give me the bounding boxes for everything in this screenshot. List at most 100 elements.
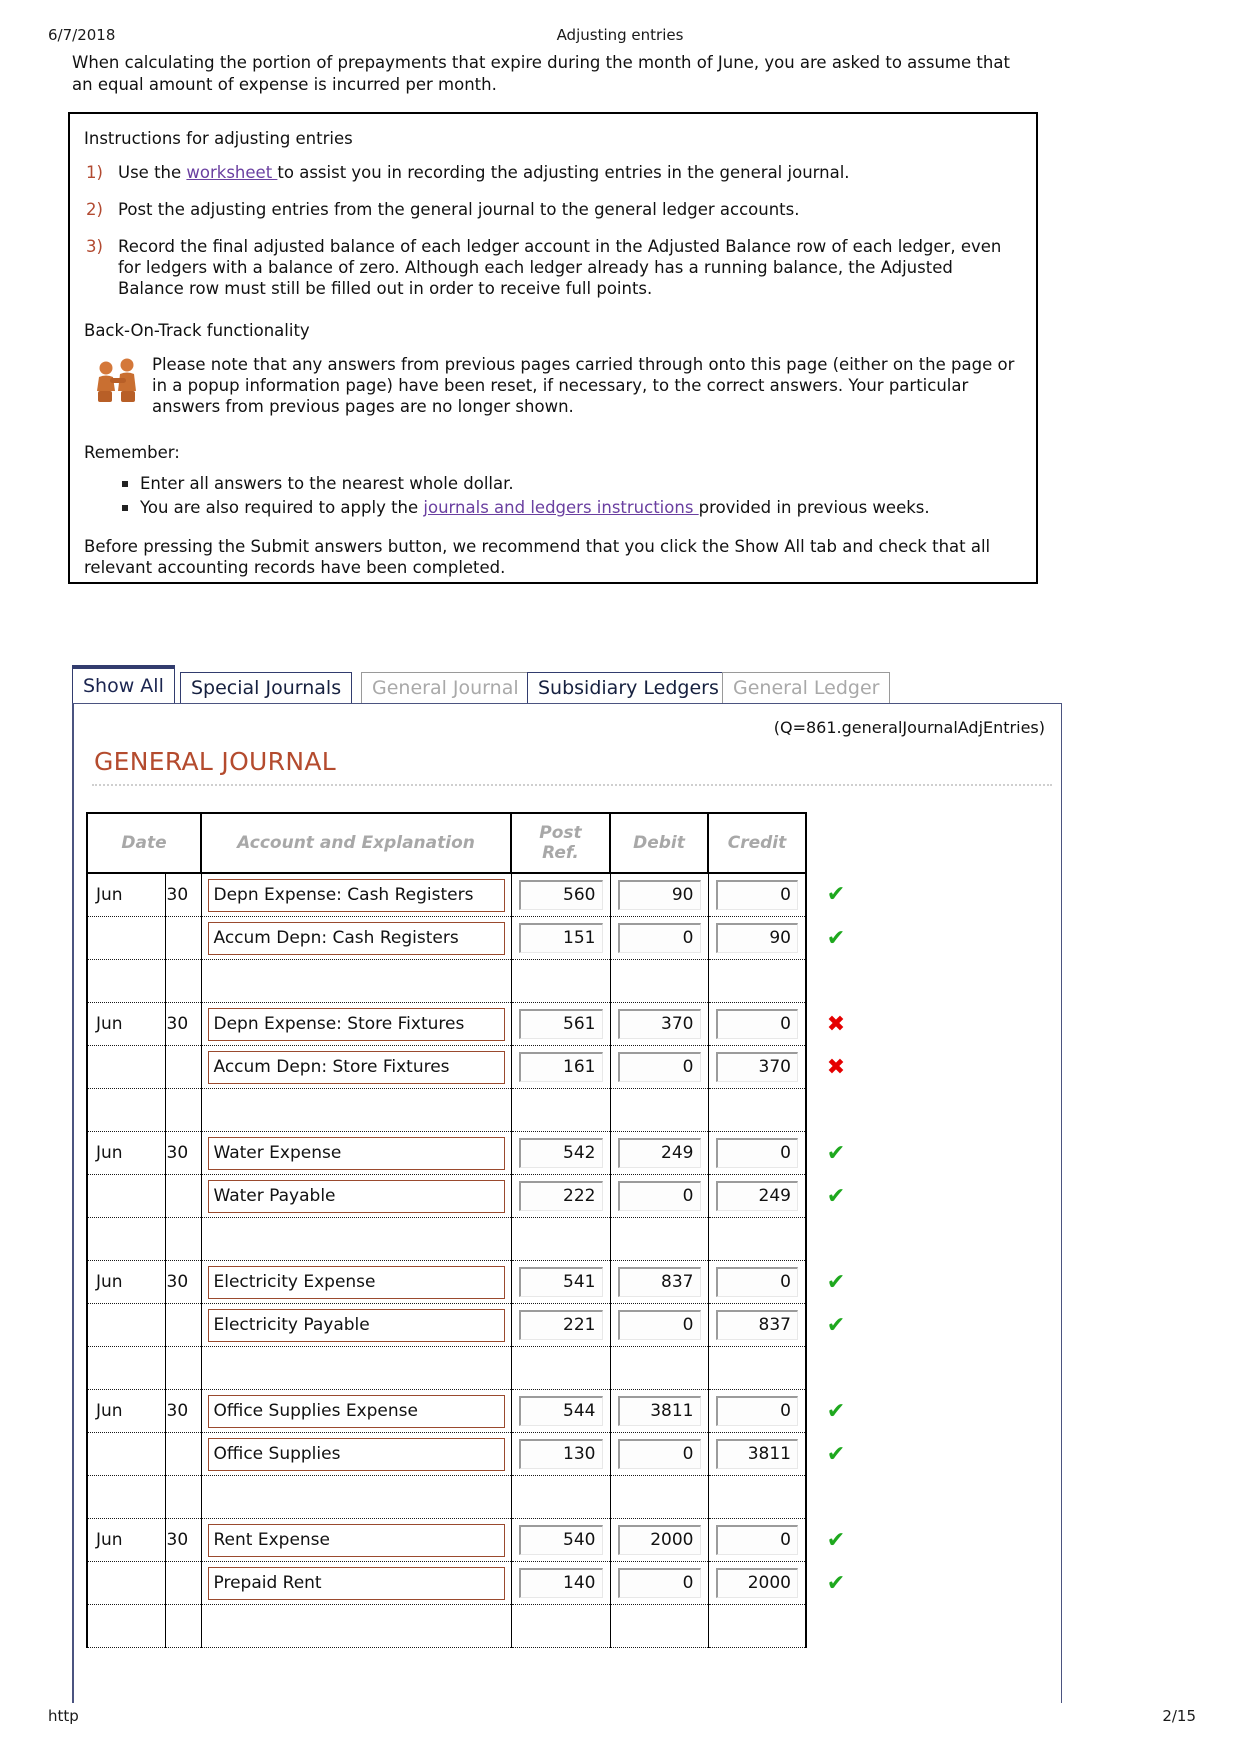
debit-input[interactable]: 3811 [617,1396,701,1426]
table-body: Jun 30 Depn Expense: Cash Registers 560 … [86,873,866,1648]
credit-input[interactable]: 90 [715,923,798,953]
post-ref-input[interactable]: 541 [518,1267,603,1297]
intro-paragraph: When calculating the portion of prepayme… [72,53,1010,94]
credit-input[interactable]: 249 [715,1181,798,1211]
debit-cell-empty[interactable] [609,1217,709,1261]
debit-cell-empty[interactable] [609,959,709,1003]
account-cell-empty[interactable] [200,1088,512,1132]
credit-cell-empty[interactable] [707,959,807,1003]
row-day [164,1088,202,1132]
credit-input[interactable]: 0 [715,1525,798,1555]
journals-and-ledgers-instructions-link[interactable]: journals and ledgers instructions [423,498,698,517]
general-journal-panel: (Q=861.generalJournalAdjEntries) GENERAL… [72,703,1062,1703]
account-input[interactable]: Rent Expense [207,1523,505,1557]
account-input[interactable]: Prepaid Rent [207,1566,505,1600]
post-ref-cell-empty[interactable] [510,1604,611,1648]
post-ref-cell-empty[interactable] [510,1475,611,1519]
post-ref-input[interactable]: 542 [518,1138,603,1168]
debit-input[interactable]: 0 [617,1052,701,1082]
row-day: 30 [166,1530,189,1550]
post-ref-input[interactable]: 151 [518,923,603,953]
credit-input[interactable]: 0 [715,1138,798,1168]
account-cell-empty[interactable] [200,1475,512,1519]
print-header: 6/7/2018 Adjusting entries [0,26,1240,48]
post-ref-input[interactable]: 130 [518,1439,603,1469]
account-input[interactable]: Depn Expense: Store Fixtures [207,1007,505,1041]
credit-input[interactable]: 0 [715,1009,798,1039]
credit-input[interactable]: 2000 [715,1568,798,1598]
credit-cell-empty[interactable] [707,1217,807,1261]
row-month [86,959,166,1003]
debit-cell-empty[interactable] [609,1475,709,1519]
debit-input[interactable]: 90 [617,880,701,910]
account-cell-empty[interactable] [200,1346,512,1390]
credit-input[interactable]: 837 [715,1310,798,1340]
post-ref-input[interactable]: 161 [518,1052,603,1082]
post-ref-cell-empty[interactable] [510,959,611,1003]
status-mark-empty [806,1347,866,1390]
credit-cell-empty[interactable] [707,1088,807,1132]
row-month [86,1346,166,1390]
account-input[interactable]: Accum Depn: Store Fixtures [207,1050,505,1084]
instruction-text-pre: Post the adjusting entries from the gene… [118,200,800,219]
credit-input[interactable]: 0 [715,1267,798,1297]
account-input[interactable]: Electricity Expense [207,1265,505,1299]
account-input[interactable]: Electricity Payable [207,1308,505,1342]
post-ref-input[interactable]: 544 [518,1396,603,1426]
account-input[interactable]: Depn Expense: Cash Registers [207,878,505,912]
row-day [164,959,202,1003]
account-input[interactable]: Accum Depn: Cash Registers [207,921,505,955]
account-input[interactable]: Office Supplies Expense [207,1394,505,1428]
debit-input[interactable]: 370 [617,1009,701,1039]
credit-cell-empty[interactable] [707,1604,807,1648]
tab-special-journals[interactable]: Special Journals [180,672,353,705]
post-ref-input[interactable]: 561 [518,1009,603,1039]
debit-cell-empty[interactable] [609,1088,709,1132]
debit-input[interactable]: 0 [617,923,701,953]
tab-show-all[interactable]: Show All [72,665,175,705]
tab-general-journal[interactable]: General Journal [361,672,530,705]
account-cell-empty[interactable] [200,1217,512,1261]
tab-subsidiary-ledgers[interactable]: Subsidiary Ledgers [527,672,730,705]
debit-cell-empty[interactable] [609,1346,709,1390]
post-ref-cell-empty[interactable] [510,1346,611,1390]
column-header-post-ref: Post Ref. [510,812,611,874]
debit-input[interactable]: 2000 [617,1525,701,1555]
row-day [164,1604,202,1648]
account-cell-empty[interactable] [200,959,512,1003]
account-input[interactable]: Water Expense [207,1136,505,1170]
credit-input[interactable]: 0 [715,1396,798,1426]
credit-input[interactable]: 0 [715,880,798,910]
status-check-icon: ✔ [826,1269,846,1295]
row-month [86,1217,166,1261]
debit-input[interactable]: 837 [617,1267,701,1297]
status-mark-empty [806,1476,866,1519]
post-ref-input[interactable]: 140 [518,1568,603,1598]
post-ref-input[interactable]: 221 [518,1310,603,1340]
debit-cell-empty[interactable] [609,1604,709,1648]
instructions-list: 1) Use the worksheet to assist you in rec… [84,162,1020,299]
credit-input[interactable]: 3811 [715,1439,798,1469]
debit-input[interactable]: 0 [617,1310,701,1340]
account-input[interactable]: Water Payable [207,1179,505,1213]
account-input[interactable]: Office Supplies [207,1437,505,1471]
post-ref-input[interactable]: 222 [518,1181,603,1211]
back-on-track-row: Please note that any answers from previo… [84,354,1020,417]
credit-cell-empty[interactable] [707,1346,807,1390]
post-ref-cell-empty[interactable] [510,1217,611,1261]
table-row: Accum Depn: Cash Registers 151 0 90 ✔ [86,916,866,960]
post-ref-input[interactable]: 540 [518,1525,603,1555]
debit-input[interactable]: 0 [617,1439,701,1469]
table-row: Office Supplies 130 0 3811 ✔ [86,1432,866,1476]
post-ref-input[interactable]: 560 [518,880,603,910]
post-ref-cell-empty[interactable] [510,1088,611,1132]
debit-input[interactable]: 0 [617,1181,701,1211]
credit-cell-empty[interactable] [707,1475,807,1519]
tab-general-ledger[interactable]: General Ledger [722,672,891,705]
account-cell-empty[interactable] [200,1604,512,1648]
worksheet-link[interactable]: worksheet [186,163,277,182]
debit-input[interactable]: 0 [617,1568,701,1598]
post-ref-line-2: Ref. [542,843,579,863]
credit-input[interactable]: 370 [715,1052,798,1082]
debit-input[interactable]: 249 [617,1138,701,1168]
